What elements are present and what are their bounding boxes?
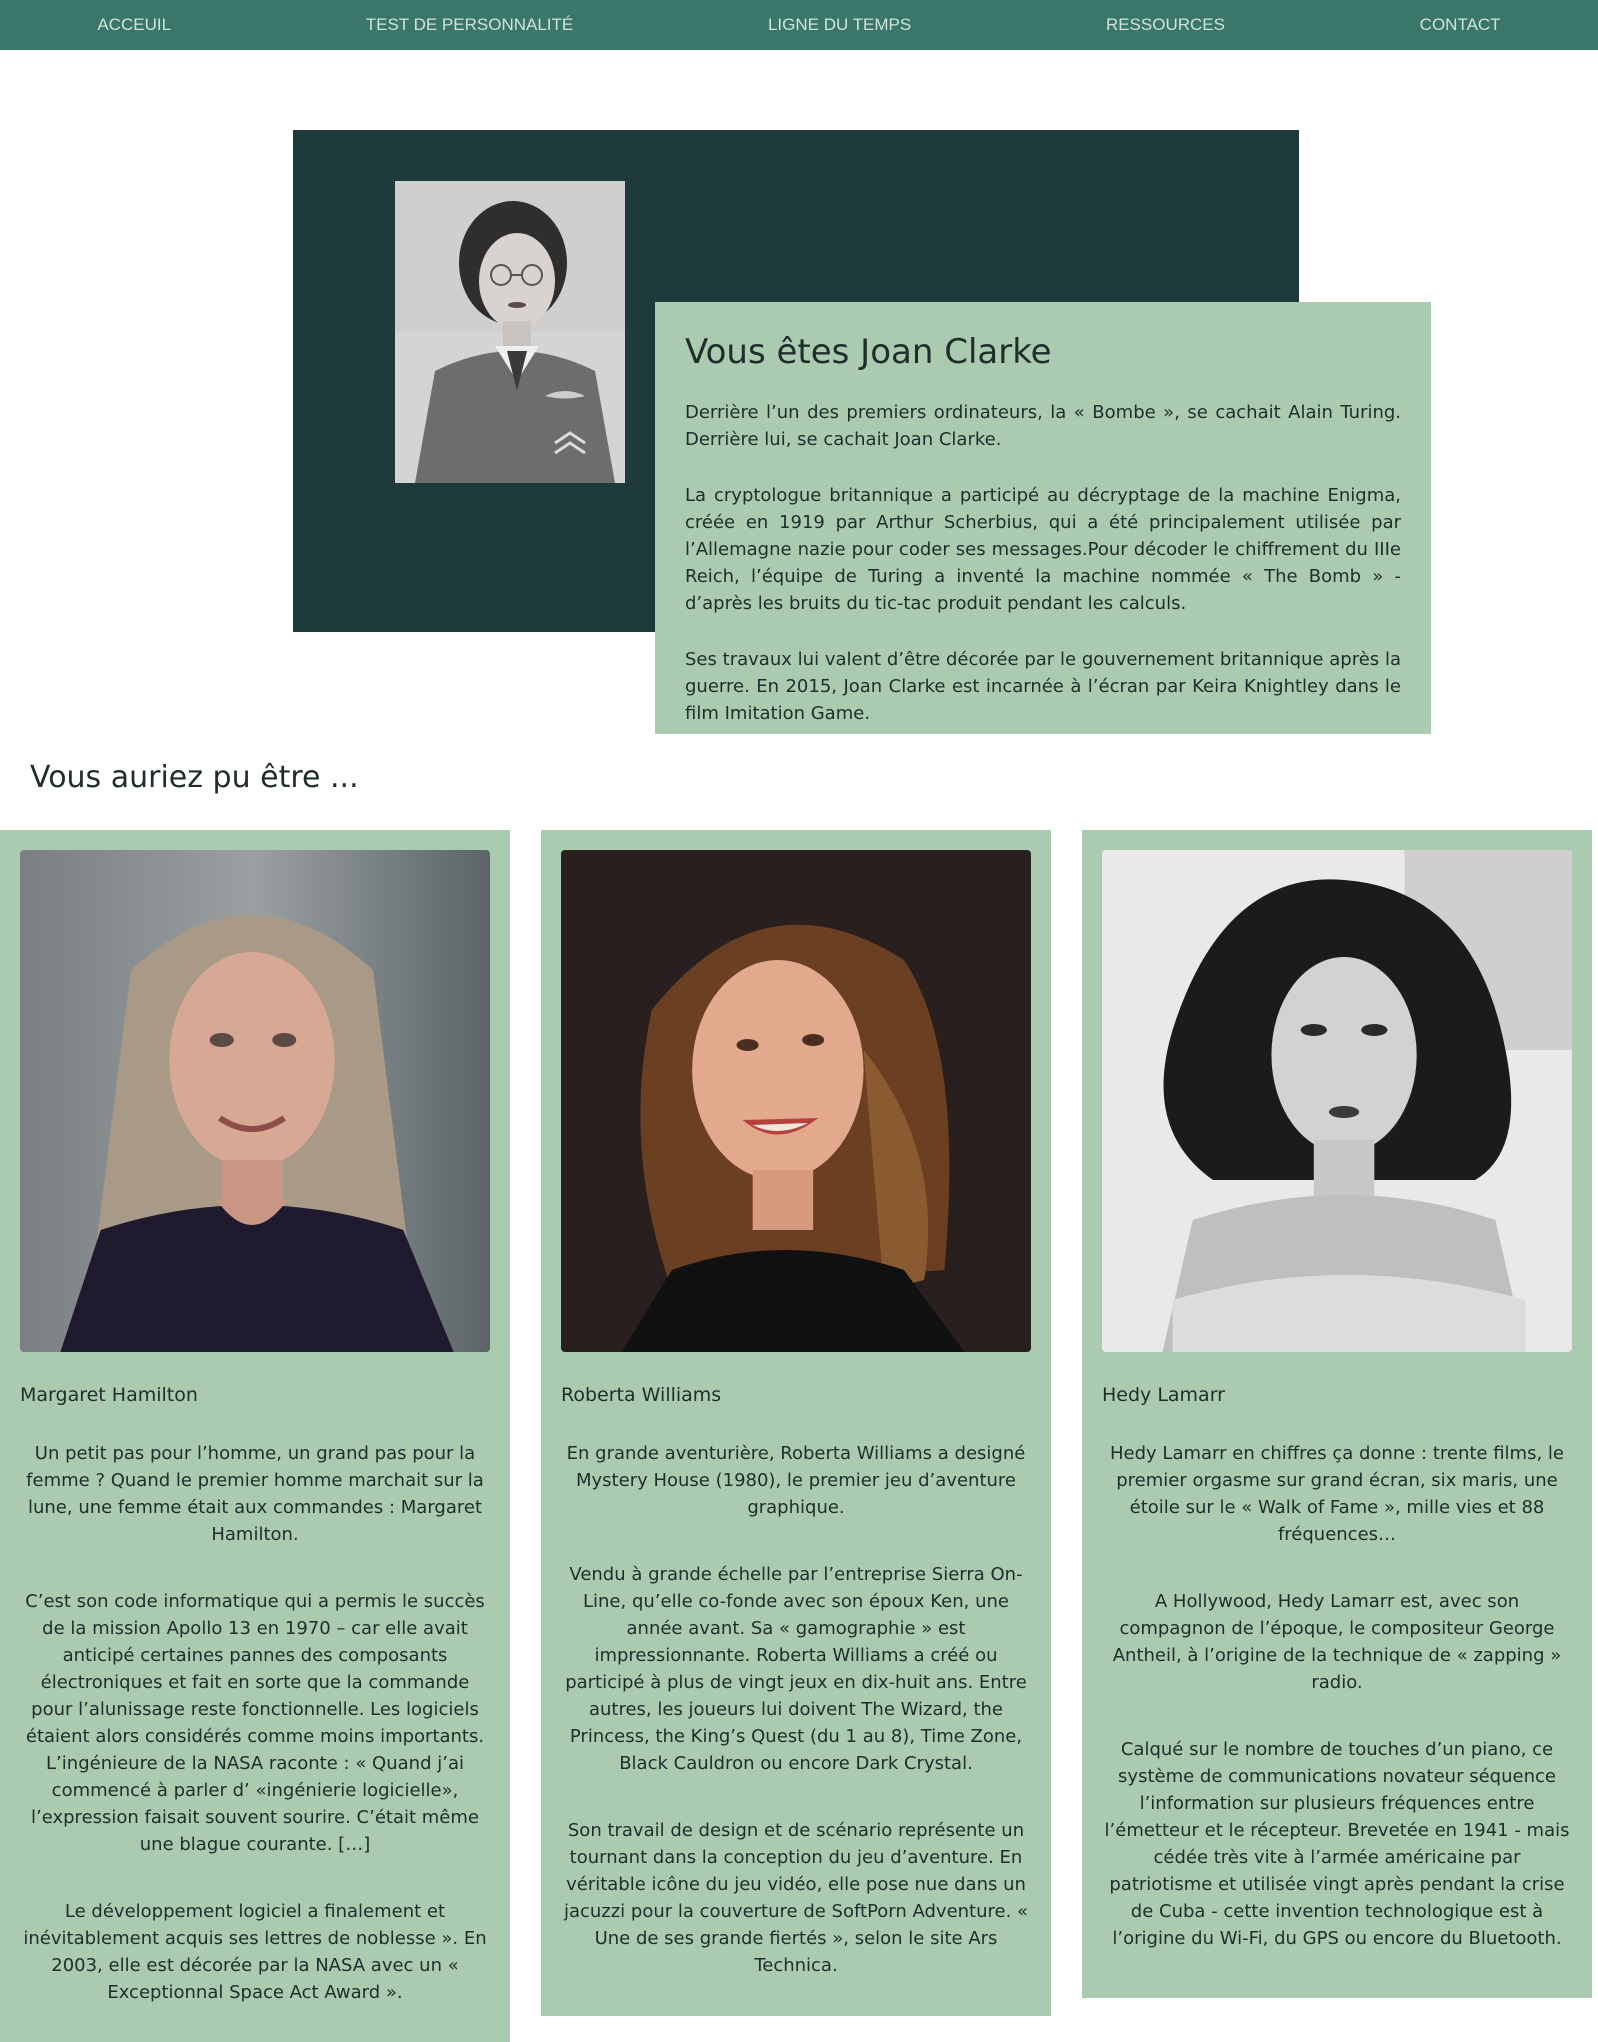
nav-link-ressources[interactable]: Ressources	[1106, 15, 1225, 35]
roberta-williams-photo	[561, 850, 1031, 1352]
card-name: Roberta Williams	[561, 1384, 722, 1406]
card-paragraph: Vendu à grande échelle par l’entreprise …	[565, 1564, 1027, 1774]
section-title: Vous auriez pu être ...	[30, 760, 359, 795]
card-name: Margaret Hamilton	[20, 1384, 198, 1406]
card-paragraph: Le développement logiciel a finalement e…	[23, 1901, 487, 2003]
joan-clarke-portrait	[395, 181, 625, 483]
card-paragraph: En grande aventurière, Roberta Williams …	[566, 1443, 1026, 1518]
hero-paragraph: Derrière l’un des premiers ordinateurs, …	[685, 401, 1401, 450]
card-paragraph: C’est son code informatique qui a permis…	[25, 1591, 485, 1855]
joan-clarke-card: Vous êtes Joan Clarke Derrière l’un des …	[655, 302, 1431, 734]
card-paragraph: Hedy Lamarr en chiffres ça donne : trent…	[1110, 1443, 1564, 1545]
card-name: Hedy Lamarr	[1102, 1384, 1225, 1406]
profile-card-margaret-hamilton: Margaret Hamilton Un petit pas pour l’ho…	[0, 830, 510, 2042]
card-paragraph: A Hollywood, Hedy Lamarr est, avec son c…	[1112, 1591, 1562, 1693]
hero-paragraph: Ses travaux lui valent d’être décorée pa…	[685, 648, 1401, 724]
top-navigation: Acceuil Test de personnalité Ligne du te…	[0, 0, 1598, 50]
card-paragraph: Un petit pas pour l’homme, un grand pas …	[26, 1443, 484, 1545]
margaret-hamilton-photo	[20, 850, 490, 1352]
nav-link-test-personnalite[interactable]: Test de personnalité	[366, 15, 574, 35]
nav-link-accueil[interactable]: Acceuil	[97, 15, 171, 35]
card-paragraph: Son travail de design et de scénario rep…	[563, 1820, 1029, 1976]
hedy-lamarr-photo	[1102, 850, 1572, 1352]
profile-card-roberta-williams: Roberta Williams En grande aventurière, …	[541, 830, 1051, 2016]
card-paragraph: Calqué sur le nombre de touches d’un pia…	[1104, 1739, 1570, 1949]
nav-link-contact[interactable]: Contact	[1420, 15, 1501, 35]
hero-title: Vous êtes Joan Clarke	[685, 332, 1052, 372]
profile-card-hedy-lamarr: Hedy Lamarr Hedy Lamarr en chiffres ça d…	[1082, 830, 1592, 1998]
nav-link-ligne-du-temps[interactable]: Ligne du temps	[768, 15, 911, 35]
hero-paragraph: La cryptologue britannique a participé a…	[685, 484, 1401, 614]
